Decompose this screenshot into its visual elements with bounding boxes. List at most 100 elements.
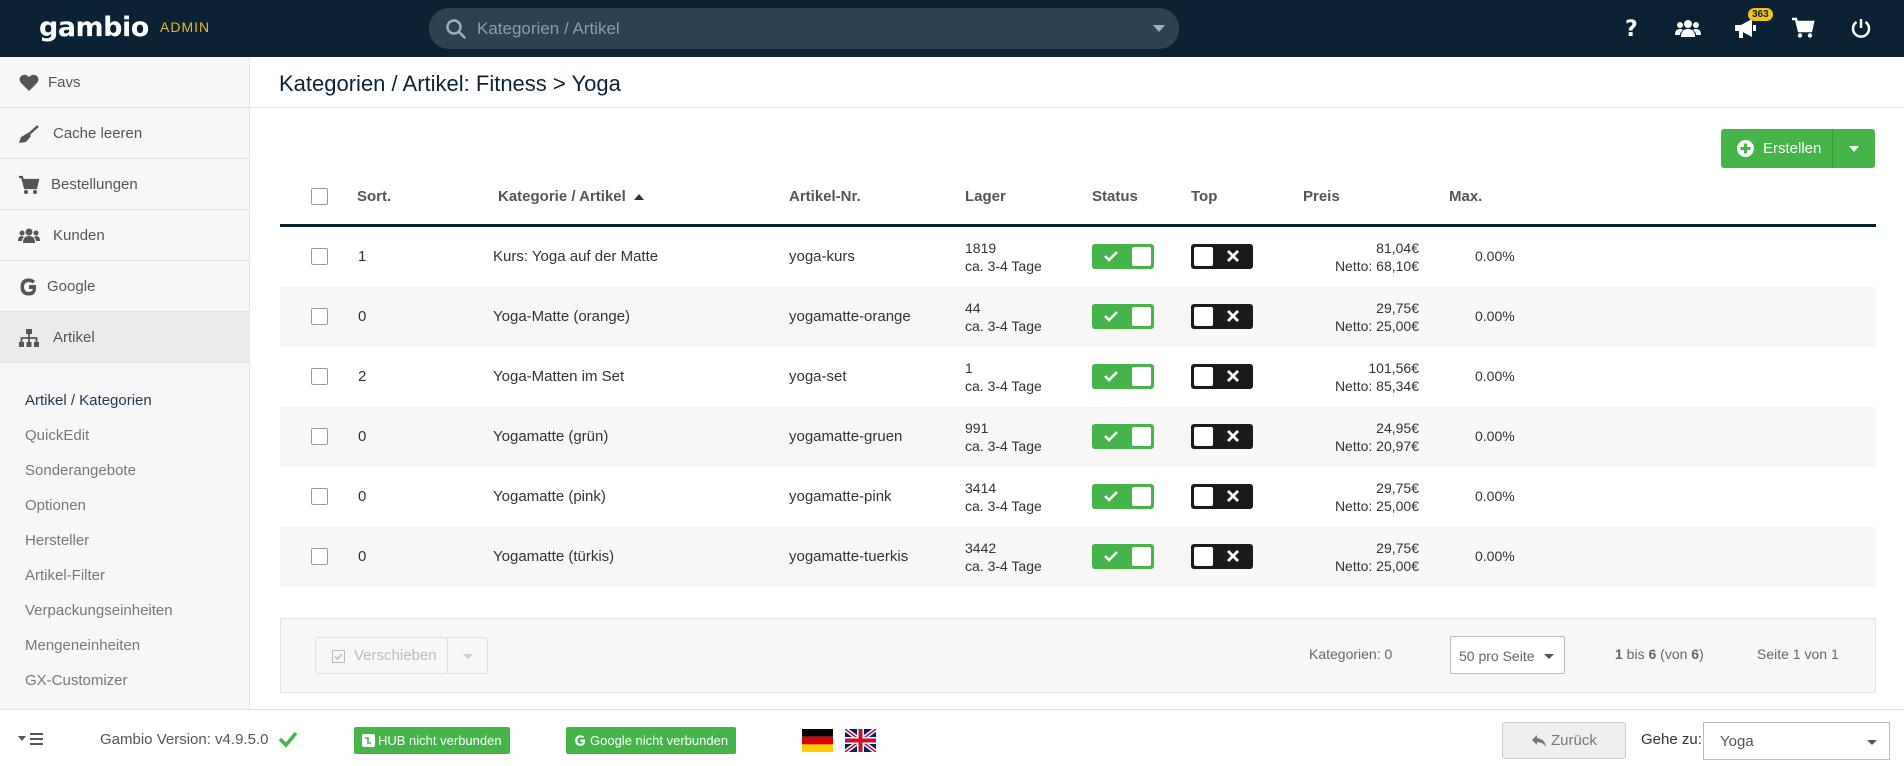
power-icon[interactable]: [1847, 14, 1875, 42]
uk-flag-icon[interactable]: [845, 729, 876, 752]
german-flag-icon[interactable]: [802, 729, 833, 752]
row-checkbox[interactable]: [311, 548, 328, 565]
row-name[interactable]: Yogamatte (grün): [493, 428, 608, 445]
row-checkbox[interactable]: [311, 308, 328, 325]
status-toggle[interactable]: [1092, 244, 1154, 269]
row-name[interactable]: Yogamatte (türkis): [493, 548, 614, 565]
back-button[interactable]: Zurück: [1502, 722, 1626, 759]
column-header-price[interactable]: Preis: [1303, 188, 1340, 205]
top-toggle[interactable]: [1191, 244, 1253, 269]
cart-icon: [19, 175, 40, 194]
sidebar-subitem-articles-categories[interactable]: Artikel / Kategorien: [25, 392, 152, 409]
row-stock: 1819 ca. 3-4 Tage: [965, 239, 1042, 275]
delivery-time: ca. 3-4 Tage: [965, 378, 1042, 394]
row-stock: 44 ca. 3-4 Tage: [965, 299, 1042, 335]
sidebar-item-orders[interactable]: Bestellungen: [0, 159, 250, 210]
sidebar-item-label: Cache leeren: [53, 124, 143, 142]
table-header: Sort. Kategorie / Artikel Artikel-Nr. La…: [280, 178, 1876, 227]
column-header-top[interactable]: Top: [1191, 188, 1217, 205]
top-toggle[interactable]: [1191, 304, 1253, 329]
table-row[interactable]: 2 Yoga-Matten im Set yoga-set 1 ca. 3-4 Tage…: [280, 347, 1876, 407]
table-row[interactable]: 1 Kurs: Yoga auf der Matte yoga-kurs 1819 ca…: [280, 227, 1876, 287]
row-name[interactable]: Yoga-Matten im Set: [493, 368, 624, 385]
column-header-name-label: Kategorie / Artikel: [498, 188, 626, 205]
row-sort: 1: [358, 248, 367, 265]
row-max: 0.00%: [1475, 248, 1515, 264]
column-header-status[interactable]: Status: [1092, 188, 1138, 205]
sidebar-item-articles[interactable]: Artikel: [0, 312, 250, 363]
back-button-label: Zurück: [1551, 732, 1597, 749]
column-header-sort[interactable]: Sort.: [357, 188, 391, 205]
price-net: Netto: 25,00€: [1334, 318, 1419, 334]
top-toggle[interactable]: [1191, 364, 1253, 389]
create-button[interactable]: Erstellen: [1721, 129, 1875, 168]
row-name[interactable]: Yogamatte (pink): [493, 488, 606, 505]
row-checkbox[interactable]: [311, 248, 328, 265]
search-box[interactable]: [429, 8, 1179, 49]
move-dropdown-icon[interactable]: [463, 654, 473, 659]
sidebar-subitem-filters[interactable]: Artikel-Filter: [25, 567, 105, 584]
row-sku: yogamatte-tuerkis: [789, 548, 909, 565]
top-toggle[interactable]: [1191, 544, 1253, 569]
stock-value: 3414: [965, 480, 997, 496]
price-gross: 24,95€: [1376, 420, 1419, 436]
move-button[interactable]: Verschieben: [315, 637, 488, 674]
close-icon: [1227, 430, 1239, 442]
sidebar-subitem-quickedit[interactable]: QuickEdit: [25, 427, 89, 444]
cart-icon[interactable]: [1789, 14, 1817, 42]
create-dropdown-icon[interactable]: [1849, 146, 1859, 152]
row-checkbox[interactable]: [311, 368, 328, 385]
row-sku: yogamatte-orange: [789, 308, 911, 325]
column-header-name[interactable]: Kategorie / Artikel: [498, 188, 644, 205]
status-toggle[interactable]: [1092, 544, 1154, 569]
table-row[interactable]: 0 Yogamatte (grün) yogamatte-gruen 991 ca. 3…: [280, 407, 1876, 467]
table-row[interactable]: 0 Yogamatte (pink) yogamatte-pink 3414 ca. 3…: [280, 467, 1876, 527]
status-toggle[interactable]: [1092, 484, 1154, 509]
sidebar-item-customers[interactable]: Kunden: [0, 210, 250, 261]
per-page-value: 50 pro Seite: [1459, 648, 1535, 664]
sidebar-item-favs[interactable]: Favs: [0, 57, 250, 108]
pagination-panel: Verschieben Kategorien: 0 50 pro Seite 1…: [280, 618, 1876, 693]
row-max: 0.00%: [1475, 308, 1515, 324]
column-header-sku[interactable]: Artikel-Nr.: [789, 188, 861, 205]
check-icon: [1104, 491, 1118, 502]
sidebar-subitem-gx-customizer[interactable]: GX-Customizer: [25, 672, 128, 689]
sidebar-subitem-specials[interactable]: Sonderangebote: [25, 462, 136, 479]
toggle-knob: [1194, 247, 1213, 266]
status-toggle[interactable]: [1092, 364, 1154, 389]
sidebar-item-cache[interactable]: Cache leeren: [0, 108, 250, 159]
column-header-stock[interactable]: Lager: [965, 188, 1006, 205]
delivery-time: ca. 3-4 Tage: [965, 258, 1042, 274]
search-icon: [446, 19, 466, 39]
sidebar-subitem-quantity-units[interactable]: Mengeneinheiten: [25, 637, 140, 654]
status-toggle[interactable]: [1092, 424, 1154, 449]
top-toggle[interactable]: [1191, 484, 1253, 509]
search-input[interactable]: [477, 8, 1127, 49]
table-row[interactable]: 0 Yoga-Matte (orange) yogamatte-orange 44 ca…: [280, 287, 1876, 347]
results-range: 1 bis 6 (von 6): [1615, 646, 1704, 662]
svg-text:?: ?: [1625, 17, 1638, 40]
google-status-button[interactable]: Google nicht verbunden: [566, 727, 737, 754]
search-dropdown-icon[interactable]: [1153, 25, 1165, 32]
menu-toggle-icon[interactable]: [16, 730, 48, 748]
row-name[interactable]: Kurs: Yoga auf der Matte: [493, 248, 658, 265]
customers-icon[interactable]: [1674, 14, 1702, 42]
sidebar-subitem-options[interactable]: Optionen: [25, 497, 86, 514]
column-header-max[interactable]: Max.: [1449, 188, 1482, 205]
gambio-logo[interactable]: gambio: [39, 12, 149, 43]
top-toggle[interactable]: [1191, 424, 1253, 449]
row-name[interactable]: Yoga-Matte (orange): [493, 308, 630, 325]
status-toggle[interactable]: [1092, 304, 1154, 329]
help-icon[interactable]: ?: [1618, 14, 1646, 42]
per-page-select[interactable]: 50 pro Seite: [1450, 636, 1565, 674]
row-checkbox[interactable]: [311, 428, 328, 445]
goto-select[interactable]: Yoga: [1703, 722, 1890, 760]
sidebar-item-google[interactable]: Google: [0, 261, 250, 312]
row-stock: 3442 ca. 3-4 Tage: [965, 539, 1042, 575]
table-row[interactable]: 0 Yogamatte (türkis) yogamatte-tuerkis 3442…: [280, 527, 1876, 587]
sidebar-subitem-packaging-units[interactable]: Verpackungseinheiten: [25, 602, 173, 619]
hub-status-button[interactable]: HUB nicht verbunden: [354, 727, 510, 754]
select-all-checkbox[interactable]: [311, 188, 328, 205]
sidebar-subitem-manufacturers[interactable]: Hersteller: [25, 532, 89, 549]
row-checkbox[interactable]: [311, 488, 328, 505]
